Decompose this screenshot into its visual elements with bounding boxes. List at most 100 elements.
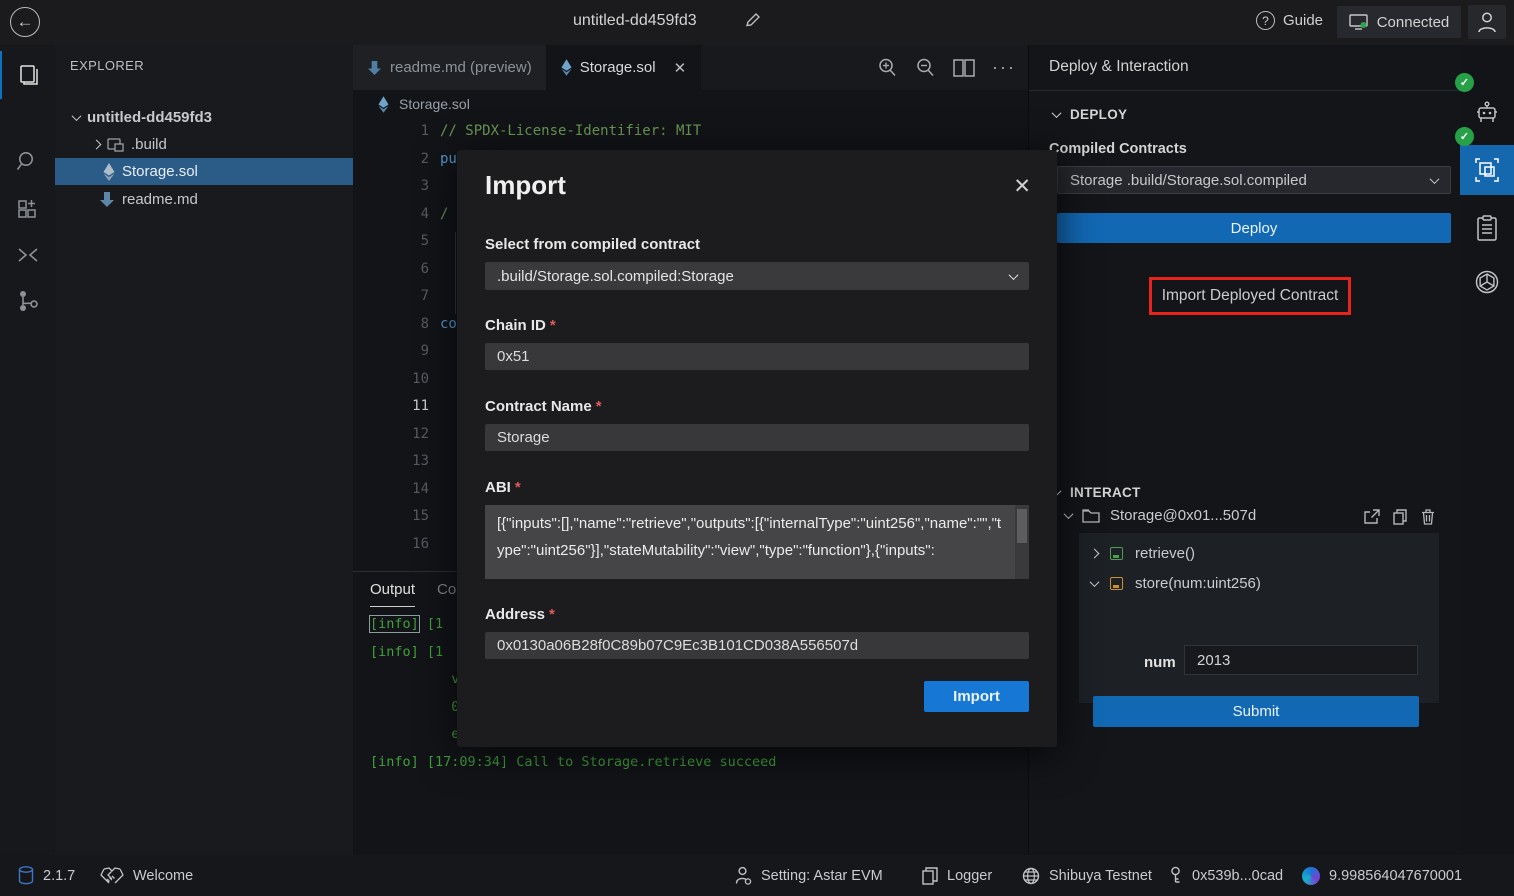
interact-section-label: INTERACT xyxy=(1070,485,1141,500)
write-function-icon xyxy=(1110,577,1123,590)
tree-item-readme-md[interactable]: readme.md xyxy=(55,186,353,213)
tab-readme[interactable]: readme.md (preview) xyxy=(353,45,547,90)
address-input[interactable] xyxy=(485,632,1029,659)
tab-console-partial[interactable]: Co xyxy=(437,581,456,598)
welcome-item[interactable]: Welcome xyxy=(100,866,193,885)
title-bar: ← untitled-dd459fd3 ? Guide Connected xyxy=(0,0,1514,45)
monitor-icon xyxy=(1349,14,1368,30)
welcome-label: Welcome xyxy=(133,868,193,884)
chevron-down-icon xyxy=(72,111,82,121)
function-label: store(num:uint256) xyxy=(1135,575,1261,592)
dropdown-value: Storage .build/Storage.sol.compiled xyxy=(1070,172,1307,189)
account-button[interactable] xyxy=(1468,5,1506,39)
chevron-down-icon xyxy=(1430,174,1440,184)
delete-icon[interactable] xyxy=(1421,509,1435,525)
line-number: 6 xyxy=(393,256,429,284)
close-tab-icon[interactable]: ✕ xyxy=(674,59,687,77)
chevron-right-icon xyxy=(92,140,102,150)
contract-instance-row[interactable]: Storage@0x01...507d xyxy=(1065,507,1256,524)
deploy-section-header[interactable]: DEPLOY xyxy=(1053,107,1127,122)
chevron-right-icon xyxy=(1090,549,1100,559)
deploy-interaction-panel: Deploy & Interaction DEPLOY Compiled Con… xyxy=(1028,45,1460,855)
more-actions-icon[interactable]: ··· xyxy=(992,57,1016,78)
zoom-in-icon[interactable] xyxy=(877,57,898,78)
tab-label: Storage.sol xyxy=(580,59,656,76)
function-label: retrieve() xyxy=(1135,545,1195,562)
close-modal-icon[interactable]: ✕ xyxy=(1013,174,1031,199)
explorer-header: EXPLORER xyxy=(70,58,144,73)
ethereum-icon xyxy=(378,96,389,113)
tree-root[interactable]: untitled-dd459fd3 xyxy=(55,104,353,131)
version-item[interactable]: 2.1.7 xyxy=(18,866,75,885)
logger-pages-icon xyxy=(922,867,938,885)
clipboard-icon[interactable] xyxy=(1460,203,1514,253)
deploy-button[interactable]: Deploy xyxy=(1057,213,1451,243)
tree-item-storage-sol[interactable]: Storage.sol xyxy=(55,158,353,185)
search-icon[interactable] xyxy=(0,137,55,185)
database-icon xyxy=(18,866,34,885)
interact-section-header[interactable]: INTERACT xyxy=(1053,485,1141,500)
ethereum-icon xyxy=(561,59,572,76)
abi-textarea[interactable]: [{"inputs":[],"name":"retrieve","outputs… xyxy=(485,505,1015,579)
line-number: 14 xyxy=(393,476,429,504)
chevron-down-icon xyxy=(1064,509,1074,519)
status-bar: 2.1.7 Welcome Setting: Astar EVM Logger … xyxy=(0,855,1514,896)
import-button[interactable]: Import xyxy=(924,681,1029,712)
zoom-out-icon[interactable] xyxy=(915,57,936,78)
select-value: .build/Storage.sol.compiled:Storage xyxy=(497,268,734,285)
chainide-app: ← untitled-dd459fd3 ? Guide Connected xyxy=(0,0,1514,896)
contract-name-label: Contract Name* xyxy=(485,398,602,415)
chevron-down-icon xyxy=(1009,270,1019,280)
indent-guide xyxy=(455,232,456,314)
open-external-icon[interactable] xyxy=(1364,509,1380,525)
logger-label: Logger xyxy=(947,868,992,884)
setting-item[interactable]: Setting: Astar EVM xyxy=(735,866,883,885)
function-retrieve-row[interactable]: retrieve() xyxy=(1091,545,1195,562)
split-editor-icon[interactable] xyxy=(953,59,975,77)
copy-icon[interactable] xyxy=(1393,509,1408,525)
divider xyxy=(1029,90,1461,91)
deploy-interaction-icon[interactable] xyxy=(1460,145,1514,195)
line-number: 11 xyxy=(393,393,429,421)
tab-storage-sol[interactable]: Storage.sol ✕ xyxy=(547,45,701,90)
line-number: 13 xyxy=(393,448,429,476)
wallet-address-label: 0x539b...0cad xyxy=(1192,868,1283,884)
compiled-contract-select[interactable]: .build/Storage.sol.compiled:Storage xyxy=(485,262,1029,290)
import-deployed-label: Import Deployed Contract xyxy=(1162,287,1339,305)
select-compiled-label: Select from compiled contract xyxy=(485,236,700,253)
line-number: 3 xyxy=(393,173,429,201)
markdown-down-arrow-icon xyxy=(367,60,382,76)
network-item[interactable]: Shibuya Testnet xyxy=(1022,867,1152,885)
guide-button[interactable]: ? Guide xyxy=(1256,11,1323,30)
contract-name-input[interactable] xyxy=(485,424,1029,451)
connected-label: Connected xyxy=(1377,14,1450,31)
openai-icon[interactable] xyxy=(1460,257,1514,307)
git-branch-icon[interactable] xyxy=(0,277,55,325)
extensions-icon[interactable] xyxy=(0,185,55,233)
import-deployed-contract-link[interactable]: Import Deployed Contract xyxy=(1149,277,1351,315)
logger-item[interactable]: Logger xyxy=(922,867,992,885)
deploy-section-label: DEPLOY xyxy=(1070,107,1127,122)
connected-button[interactable]: Connected xyxy=(1337,6,1461,38)
astar-network-icon xyxy=(1302,867,1320,885)
submit-button[interactable]: Submit xyxy=(1093,696,1419,727)
tree-item-build[interactable]: .build xyxy=(55,131,353,158)
line-number: 8 xyxy=(393,311,429,339)
tab-output[interactable]: Output xyxy=(370,581,415,607)
balance-item[interactable]: 9.998564047670001 xyxy=(1302,867,1462,885)
wallet-address-item[interactable]: 0x539b...0cad xyxy=(1168,866,1283,885)
abi-scrollbar[interactable] xyxy=(1015,505,1029,579)
num-param-label: num xyxy=(1144,654,1176,671)
function-store-row[interactable]: store(num:uint256) xyxy=(1091,575,1261,592)
compiled-contracts-dropdown[interactable]: Storage .build/Storage.sol.compiled xyxy=(1057,166,1451,194)
globe-icon xyxy=(1022,867,1040,885)
required-mark: * xyxy=(549,606,555,623)
chain-id-input[interactable] xyxy=(485,343,1029,370)
rename-icon[interactable] xyxy=(745,12,761,28)
files-icon[interactable] xyxy=(0,51,55,99)
log-line: [info] [17:09:34] Call to Storage.retrie… xyxy=(370,749,776,777)
back-button[interactable]: ← xyxy=(10,7,40,37)
chain-id-label: Chain ID* xyxy=(485,317,556,334)
num-param-input[interactable] xyxy=(1184,645,1418,675)
collapse-icon[interactable] xyxy=(0,231,55,279)
